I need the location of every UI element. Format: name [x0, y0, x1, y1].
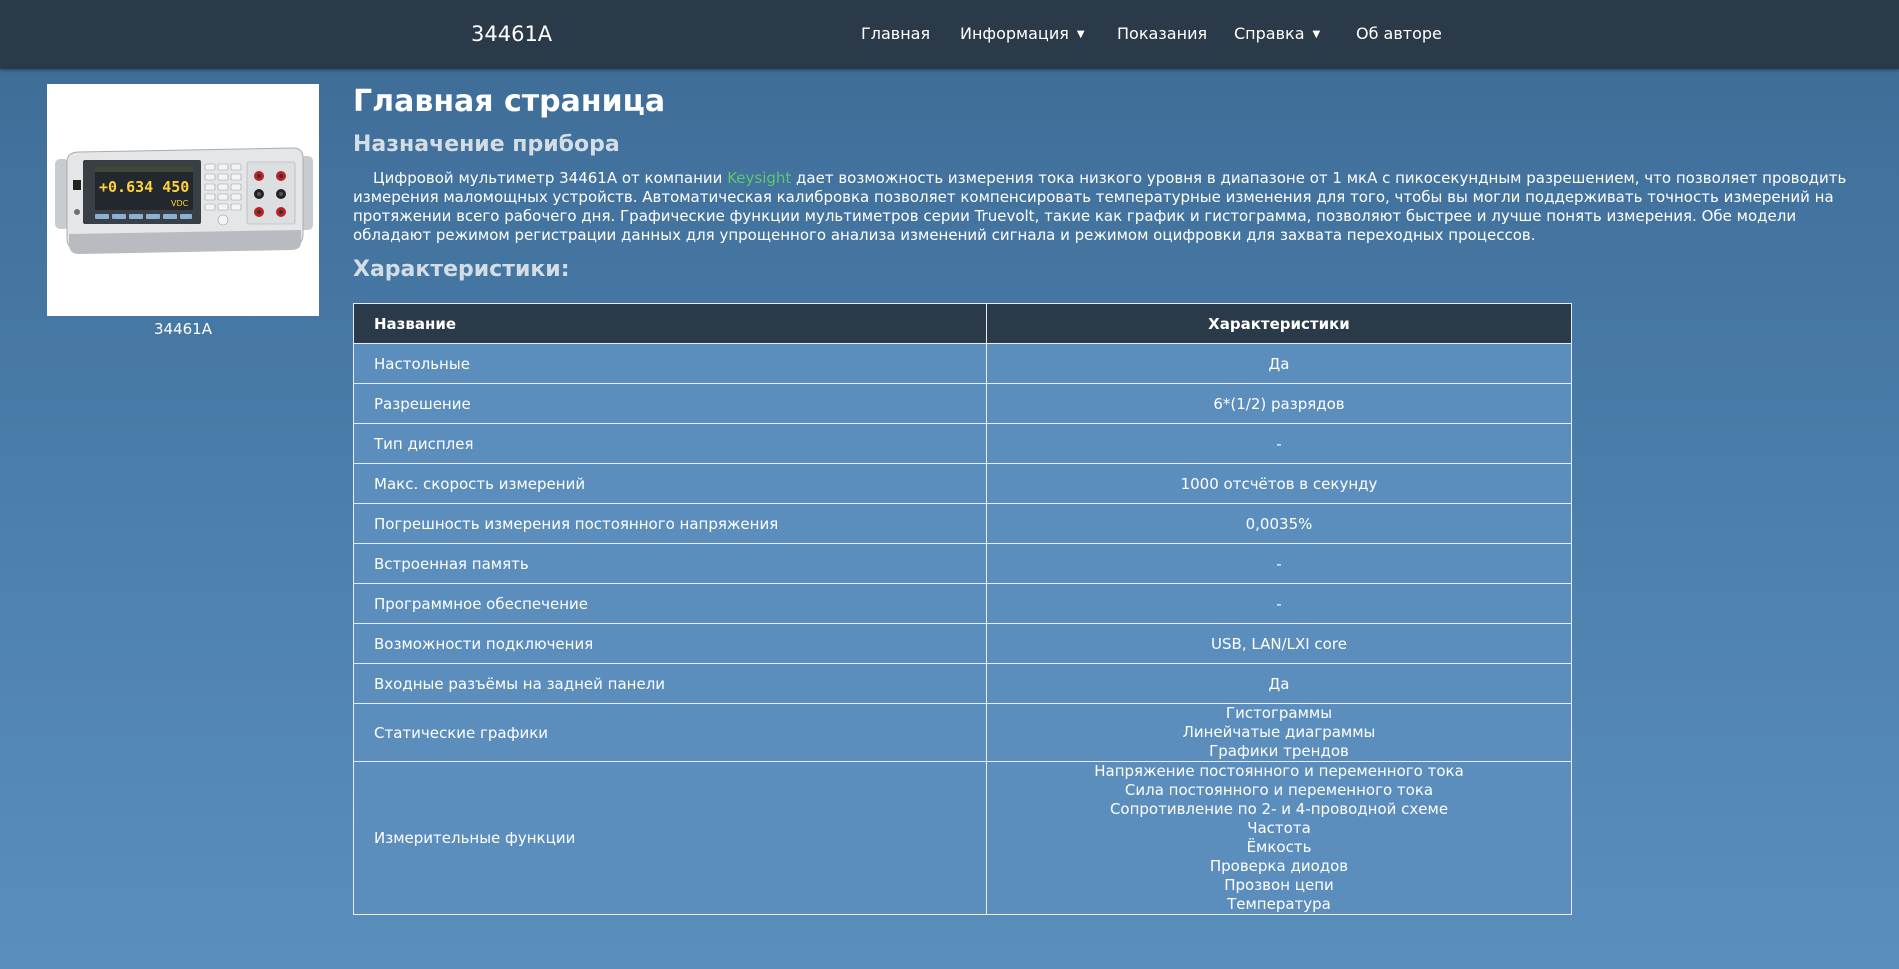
- row-name: Измерительные функции: [353, 761, 987, 915]
- row-value: -: [986, 583, 1572, 624]
- column-header-specs: Характеристики: [986, 303, 1572, 344]
- row-value: Да: [986, 663, 1572, 704]
- row-name: Возможности подключения: [353, 623, 987, 664]
- row-value: -: [986, 423, 1572, 464]
- nav-item-label: Главная: [861, 24, 931, 43]
- row-name: Настольные: [353, 343, 987, 384]
- page-title: Главная страница: [353, 84, 666, 119]
- table-header-row: Название Характеристики: [353, 303, 1572, 344]
- row-value-line: Проверка диодов: [1209, 857, 1349, 875]
- nav-item-label: Об авторе: [1356, 24, 1442, 43]
- table-row: Входные разъёмы на задней панели Да: [353, 663, 1572, 704]
- specs-heading: Характеристики:: [353, 257, 570, 282]
- caret-down-icon: ▼: [1312, 29, 1321, 40]
- row-name: Погрешность измерения постоянного напряж…: [353, 503, 987, 544]
- table-row: Измерительные функции Напряжение постоян…: [353, 761, 1572, 915]
- caret-down-icon: ▼: [1076, 29, 1085, 40]
- row-name: Тип дисплея: [353, 423, 987, 464]
- table-row: Встроенная память -: [353, 543, 1572, 584]
- row-name: Макс. скорость измерений: [353, 463, 987, 504]
- row-name: Входные разъёмы на задней панели: [353, 663, 987, 704]
- row-name: Программное обеспечение: [353, 583, 987, 624]
- row-value-line: Частота: [1247, 819, 1311, 837]
- nav-item-label: Справка: [1234, 24, 1305, 43]
- row-value: Да: [986, 343, 1572, 384]
- description-text: Цифровой мультиметр 34461A от компании: [373, 169, 728, 187]
- table-row: Погрешность измерения постоянного напряж…: [353, 503, 1572, 544]
- brand-title[interactable]: 34461A: [471, 22, 552, 46]
- product-image: +0.634 450 VDC: [47, 84, 319, 316]
- specs-table: Название Характеристики Настольные Да Ра…: [353, 303, 1572, 915]
- nav-item-home[interactable]: Главная: [861, 24, 930, 43]
- row-value: Гистограммы Линейчатые диаграммы Графики…: [986, 703, 1572, 762]
- table-row: Возможности подключения USB, LAN/LXI cor…: [353, 623, 1572, 664]
- table-row: Статические графики Гистограммы Линейчат…: [353, 703, 1572, 762]
- row-value: -: [986, 543, 1572, 584]
- purpose-heading: Назначение прибора: [353, 132, 620, 157]
- row-value-line: Ёмкость: [1246, 838, 1312, 856]
- nav-item-readings[interactable]: Показания: [1117, 24, 1207, 43]
- row-value: USB, LAN/LXI core: [986, 623, 1572, 664]
- table-row: Тип дисплея -: [353, 423, 1572, 464]
- table-row: Макс. скорость измерений 1000 отсчётов в…: [353, 463, 1572, 504]
- row-value: 0,0035%: [986, 503, 1572, 544]
- row-value: 1000 отсчётов в секунду: [986, 463, 1572, 504]
- row-value: Напряжение постоянного и переменного ток…: [986, 761, 1572, 915]
- nav-item-info[interactable]: Информация ▼: [960, 24, 1085, 43]
- device-display-unit: VDC: [171, 199, 189, 208]
- row-name: Встроенная память: [353, 543, 987, 584]
- row-value-line: Напряжение постоянного и переменного ток…: [1094, 762, 1464, 780]
- row-value-line: Гистограммы: [1225, 704, 1333, 722]
- row-name: Статические графики: [353, 703, 987, 762]
- nav-item-label: Показания: [1117, 24, 1208, 43]
- keysight-link[interactable]: Keysight: [727, 169, 791, 187]
- row-value-line: Сила постоянного и переменного тока: [1124, 781, 1434, 799]
- row-value: 6*(1/2) разрядов: [986, 383, 1572, 424]
- table-row: Программное обеспечение -: [353, 583, 1572, 624]
- description-paragraph: Цифровой мультиметр 34461A от компании K…: [353, 169, 1863, 245]
- column-header-name: Название: [353, 303, 987, 344]
- table-row: Разрешение 6*(1/2) разрядов: [353, 383, 1572, 424]
- nav-item-about-author[interactable]: Об авторе: [1356, 24, 1442, 43]
- device-display-value: +0.634 450: [99, 178, 189, 196]
- nav-item-label: Информация: [960, 24, 1069, 43]
- product-image-caption: 34461A: [154, 320, 212, 338]
- row-value-line: Сопротивление по 2- и 4-проводной схеме: [1109, 800, 1449, 818]
- top-navbar: 34461A Главная Информация ▼ Показания Спр…: [0, 0, 1899, 69]
- row-name: Разрешение: [353, 383, 987, 424]
- nav-item-help[interactable]: Справка ▼: [1234, 24, 1320, 43]
- table-row: Настольные Да: [353, 343, 1572, 384]
- row-value-line: Прозвон цепи: [1224, 876, 1334, 894]
- row-value-line: Температура: [1227, 895, 1331, 913]
- multimeter-illustration: +0.634 450 VDC: [55, 147, 313, 254]
- row-value-line: Линейчатые диаграммы: [1182, 723, 1376, 741]
- row-value-line: Графики трендов: [1209, 742, 1349, 760]
